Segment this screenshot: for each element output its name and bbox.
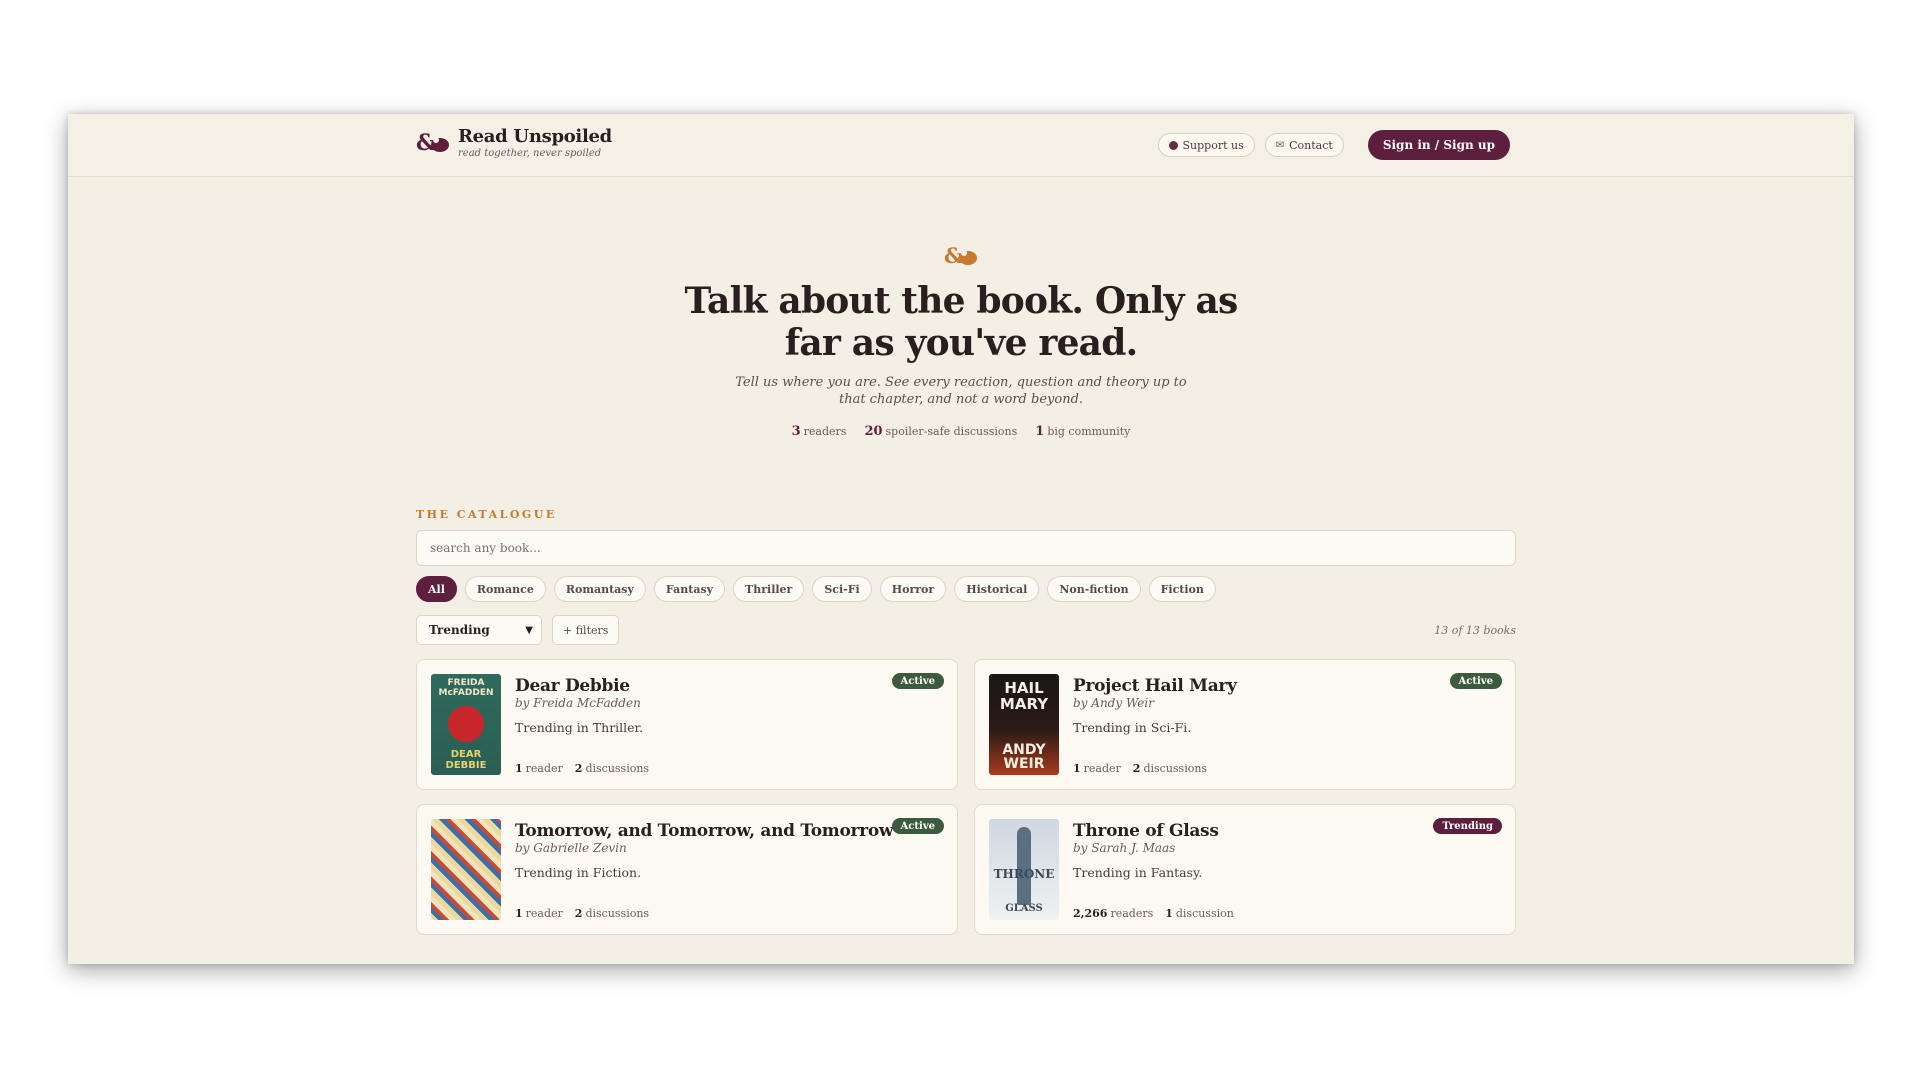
hero-stats: 3 readers 20 spoiler-safe discussions 1 big… <box>68 424 1854 439</box>
genre-chip-nonfiction[interactable]: Non-fiction <box>1047 576 1141 602</box>
stat-community: 1 big community <box>1035 424 1131 439</box>
genre-chip-horror[interactable]: Horror <box>879 576 947 602</box>
book-stats: 1 reader 2 discussions <box>515 762 649 775</box>
brand-title: Read Unspoiled <box>458 126 612 147</box>
reader-count: 1 reader <box>515 762 563 775</box>
reader-count: 2,266 readers <box>1073 907 1154 920</box>
book-cover: FREIDA McFADDEN DEAR DEBBIE <box>431 674 501 775</box>
hero-title: Talk about the book. Only as far as you'… <box>684 280 1239 364</box>
stat-discussions: 20 spoiler-safe discussions <box>864 424 1018 439</box>
brand-logo-icon: & <box>416 130 449 156</box>
book-cover <box>431 819 501 920</box>
discussion-count: 1 discussion <box>1165 907 1234 920</box>
reader-count: 1 reader <box>515 907 563 920</box>
catalogue-label: THE CATALOGUE <box>416 508 557 521</box>
status-badge: Trending <box>1433 818 1502 834</box>
book-description: Trending in Sci-Fi. <box>1073 720 1192 735</box>
book-author: by Sarah J. Maas <box>1073 841 1176 855</box>
figure-illustration <box>1017 827 1031 905</box>
genre-chip-thriller[interactable]: Thriller <box>733 576 805 602</box>
contact-button[interactable]: ✉ Contact <box>1264 133 1344 157</box>
top-nav: & Read Unspoiled read together, never sp… <box>68 114 1854 177</box>
signin-button[interactable]: Sign in / Sign up <box>1367 130 1510 160</box>
book-title: Dear Debbie <box>515 676 630 696</box>
book-stats: 1 reader 2 discussions <box>1073 762 1207 775</box>
brand-tagline: read together, never spoiled <box>458 148 602 159</box>
book-card[interactable]: FREIDA McFADDEN DEAR DEBBIE Dear Debbie … <box>416 659 958 790</box>
book-description: Trending in Thriller. <box>515 720 644 735</box>
book-card[interactable]: Tomorrow, and Tomorrow, and Tomorrow by … <box>416 804 958 935</box>
genre-chip-romantasy[interactable]: Romantasy <box>553 576 646 602</box>
book-description: Trending in Fiction. <box>515 865 642 880</box>
nav-actions: Support us ✉ Contact Sign in / Sign up <box>1157 130 1510 160</box>
reader-count: 1 reader <box>1073 762 1121 775</box>
genre-chip-scifi[interactable]: Sci-Fi <box>812 576 872 602</box>
support-button[interactable]: Support us <box>1157 133 1255 157</box>
discussion-count: 2 discussions <box>574 907 650 920</box>
discussion-count: 2 discussions <box>1132 762 1208 775</box>
heart-icon <box>1168 140 1178 150</box>
chevron-down-icon: ▼ <box>525 624 533 636</box>
support-label: Support us <box>1182 138 1244 152</box>
search-input[interactable] <box>416 530 1516 566</box>
discussion-count: 2 discussions <box>574 762 650 775</box>
catalogue-section: THE CATALOGUE All Romance Romantasy Fant… <box>416 508 1516 935</box>
book-title: Tomorrow, and Tomorrow, and Tomorrow <box>515 821 894 841</box>
book-cover: THRONE GLASS <box>989 819 1059 920</box>
hero-section: & Talk about the book. Only as far as yo… <box>68 242 1854 439</box>
stat-readers: 3 readers <box>791 424 847 439</box>
book-grid: FREIDA McFADDEN DEAR DEBBIE Dear Debbie … <box>416 659 1516 935</box>
hero-subtitle: Tell us where you are. See every reactio… <box>735 375 1187 407</box>
genre-filter-bar: All Romance Romantasy Fantasy Thriller S… <box>416 576 1516 602</box>
rose-illustration <box>448 706 484 742</box>
sort-select[interactable]: Trending ▼ <box>416 615 542 645</box>
book-card[interactable]: THRONE GLASS Throne of Glass by Sarah J.… <box>974 804 1516 935</box>
book-stats: 1 reader 2 discussions <box>515 907 649 920</box>
genre-chip-romance[interactable]: Romance <box>464 576 546 602</box>
book-author: by Gabrielle Zevin <box>515 841 627 855</box>
book-count: 13 of 13 books <box>1434 623 1516 637</box>
app-window: & Read Unspoiled read together, never sp… <box>68 114 1854 964</box>
book-description: Trending in Fantasy. <box>1073 865 1203 880</box>
book-stats: 2,266 readers 1 discussion <box>1073 907 1234 920</box>
book-title: Project Hail Mary <box>1073 676 1237 696</box>
status-badge: Active <box>891 818 944 834</box>
genre-chip-fiction[interactable]: Fiction <box>1148 576 1216 602</box>
book-cover: HAIL MARY ANDY WEIR <box>989 674 1059 775</box>
mail-icon: ✉ <box>1275 139 1285 151</box>
status-badge: Active <box>891 673 944 689</box>
brand[interactable]: & Read Unspoiled read together, never sp… <box>416 126 612 159</box>
status-badge: Active <box>1449 673 1502 689</box>
sort-value: Trending <box>429 623 490 637</box>
book-card[interactable]: HAIL MARY ANDY WEIR Project Hail Mary by… <box>974 659 1516 790</box>
book-author: by Freida McFadden <box>515 696 641 710</box>
catalogue-controls: Trending ▼ + filters 13 of 13 books <box>416 615 1516 645</box>
hero-logo-icon: & <box>944 243 977 268</box>
contact-label: Contact <box>1289 138 1333 152</box>
genre-chip-historical[interactable]: Historical <box>954 576 1040 602</box>
genre-chip-all[interactable]: All <box>416 576 457 602</box>
genre-chip-fantasy[interactable]: Fantasy <box>653 576 726 602</box>
book-author: by Andy Weir <box>1073 696 1154 710</box>
filters-button[interactable]: + filters <box>552 615 620 645</box>
